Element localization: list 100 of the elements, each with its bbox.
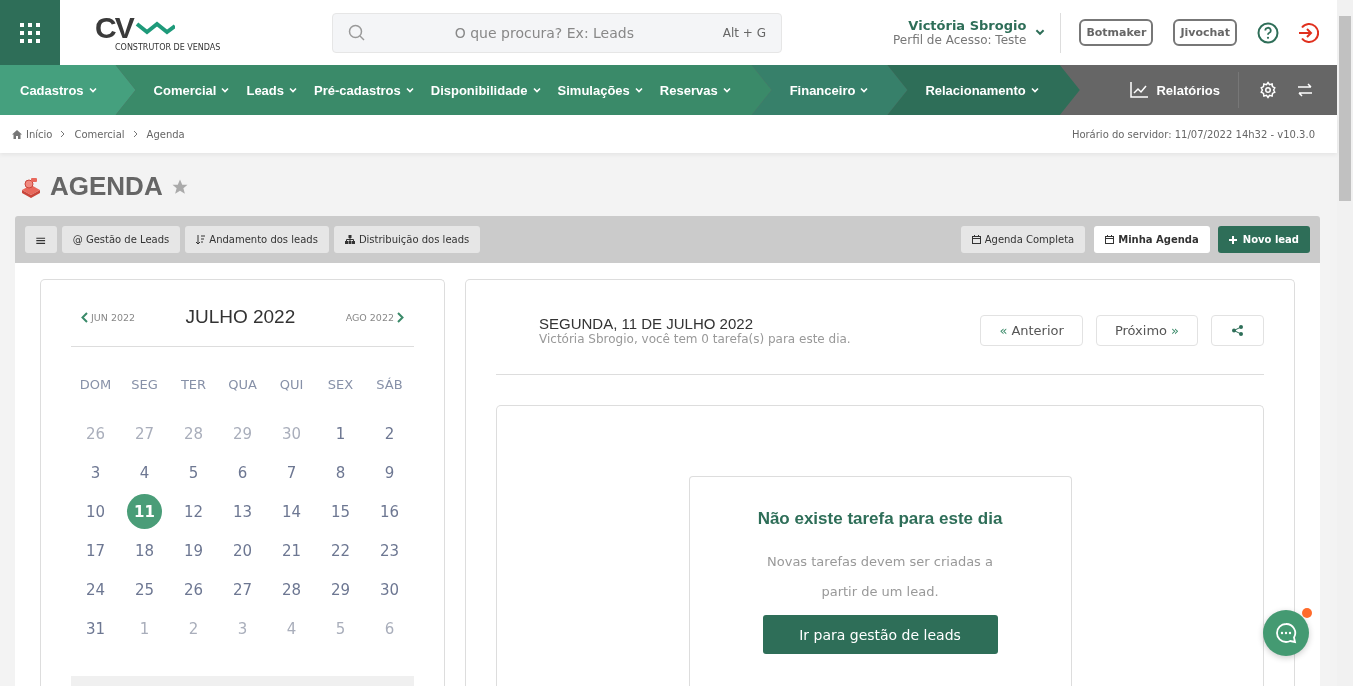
calendar-day[interactable]: 14 bbox=[274, 494, 309, 529]
menu-button[interactable]: ≡ bbox=[25, 226, 57, 253]
calendar-day[interactable]: 13 bbox=[225, 494, 260, 529]
calendar-day[interactable]: 30 bbox=[372, 572, 407, 607]
calendar-day[interactable]: 16 bbox=[372, 494, 407, 529]
calendar-day[interactable]: 27 bbox=[225, 572, 260, 607]
grid-icon bbox=[18, 20, 42, 45]
empty-state-text: Novas tarefas devem ser criadas a partir de um lead. bbox=[766, 553, 994, 601]
nav-menu-item[interactable]: Pré-cadastros bbox=[314, 82, 415, 98]
calendar-day[interactable]: 25 bbox=[127, 572, 162, 607]
calendar-day[interactable]: 10 bbox=[78, 494, 113, 529]
calendar-day[interactable]: 24 bbox=[78, 572, 113, 607]
calendar-day[interactable]: 4 bbox=[127, 455, 162, 490]
calendar-day[interactable]: 6 bbox=[225, 455, 260, 490]
view-tab[interactable]: Agenda Completa bbox=[960, 226, 1086, 253]
chevron-down-icon bbox=[87, 85, 98, 95]
logo: CV CONSTRUTOR DE VENDAS bbox=[95, 13, 222, 52]
apps-grid-button[interactable] bbox=[0, 0, 60, 65]
calendar-day[interactable]: 1 bbox=[323, 416, 358, 451]
hierarchy-icon bbox=[344, 235, 355, 244]
user-name[interactable]: Victória Sbrogio bbox=[908, 18, 1027, 33]
reports-link[interactable]: Relatórios bbox=[1130, 72, 1239, 108]
calendar-day[interactable]: 18 bbox=[127, 533, 162, 568]
calendar-icon bbox=[1105, 235, 1115, 244]
calendar-day[interactable]: 28 bbox=[274, 572, 309, 607]
next-day-button[interactable]: Próximo » bbox=[1095, 315, 1198, 346]
toolbar-button[interactable]: Andamento dos leads bbox=[185, 226, 329, 253]
current-month: JULHO 2022 bbox=[185, 306, 296, 328]
day-title: SEGUNDA, 11 DE JULHO 2022 bbox=[539, 315, 754, 332]
calendar-day[interactable]: 11 bbox=[127, 494, 162, 529]
view-tab[interactable]: Minha Agenda bbox=[1094, 226, 1210, 253]
next-month-link[interactable]: AGO 2022 bbox=[345, 311, 404, 323]
calendar-day[interactable]: 29 bbox=[323, 572, 358, 607]
calendar-day[interactable]: 12 bbox=[176, 494, 211, 529]
chevron-down-icon bbox=[1029, 85, 1040, 95]
calendar-day[interactable]: 7 bbox=[274, 455, 309, 490]
empty-state-title: Não existe tarefa para este dia bbox=[757, 509, 1003, 529]
shortcut-hint: Alt + G bbox=[722, 25, 766, 40]
calendar-day[interactable]: 4 bbox=[274, 611, 309, 646]
share-button[interactable] bbox=[1211, 315, 1264, 346]
calendar-day[interactable]: 22 bbox=[323, 533, 358, 568]
plus-icon bbox=[1228, 235, 1237, 244]
calendar-day[interactable]: 31 bbox=[78, 611, 113, 646]
nav-menu-item[interactable]: Simulações bbox=[557, 82, 644, 98]
toolbar-button[interactable]: Distribuição dos leads bbox=[333, 226, 481, 253]
chevron-down-icon bbox=[531, 85, 542, 95]
chat-bubble-icon bbox=[1275, 622, 1297, 644]
breadcrumb-link[interactable]: Agenda bbox=[146, 128, 185, 140]
joystick-icon bbox=[20, 175, 42, 198]
weekday-label: TER bbox=[179, 377, 208, 394]
new-lead-button[interactable]: Novo lead bbox=[1217, 226, 1310, 253]
previous-day-button[interactable]: « Anterior bbox=[980, 315, 1083, 346]
nav-menu-item[interactable]: Financeiro bbox=[789, 82, 870, 98]
chevron-right-icon bbox=[60, 130, 67, 138]
calendar-day[interactable]: 23 bbox=[372, 533, 407, 568]
line-chart-icon bbox=[1130, 82, 1149, 98]
weekday-label: QUI bbox=[278, 377, 305, 394]
calendar-day[interactable]: 5 bbox=[176, 455, 211, 490]
nav-menu-item[interactable]: Relacionamento bbox=[925, 82, 1040, 98]
search-input[interactable]: O que procura? Ex: Leads bbox=[376, 23, 713, 42]
toolbar-button[interactable]: @ Gestão de Leads bbox=[61, 226, 181, 253]
calendar-day[interactable]: 8 bbox=[323, 455, 358, 490]
chevron-down-icon bbox=[859, 85, 870, 95]
calendar-day[interactable]: 21 bbox=[274, 533, 309, 568]
help-icon[interactable] bbox=[1257, 21, 1279, 44]
logout-icon[interactable] bbox=[1297, 21, 1319, 44]
chevron-down-icon bbox=[288, 85, 299, 95]
nav-menu-item[interactable]: Cadastros bbox=[20, 82, 98, 98]
calendar-day[interactable]: 17 bbox=[78, 533, 113, 568]
home-icon bbox=[12, 129, 22, 139]
integration-button[interactable]: Jivochat bbox=[1173, 19, 1237, 46]
calendar-day[interactable]: 9 bbox=[372, 455, 407, 490]
nav-menu-item[interactable]: Reservas bbox=[659, 82, 732, 98]
access-profile: Perfil de Acesso: Teste bbox=[893, 33, 1027, 47]
chevron-right-icon bbox=[397, 311, 404, 323]
nav-menu-item[interactable]: Comercial bbox=[153, 82, 231, 98]
previous-month-link[interactable]: JUN 2022 bbox=[81, 311, 136, 323]
breadcrumb-link[interactable]: Comercial bbox=[74, 128, 125, 140]
weekday-label: SEX bbox=[326, 377, 355, 394]
weekday-label: SÁB bbox=[375, 377, 404, 394]
calendar-day[interactable]: 15 bbox=[323, 494, 358, 529]
calendar-day[interactable]: 20 bbox=[225, 533, 260, 568]
chevron-down-icon bbox=[633, 85, 644, 95]
breadcrumb-link[interactable]: Início bbox=[12, 128, 53, 140]
nav-menu-item[interactable]: Disponibilidade bbox=[430, 82, 542, 98]
calendar-icon bbox=[971, 235, 981, 244]
weekday-label: SEG bbox=[130, 377, 159, 394]
day-summary: Victória Sbrogio, você tem 0 tarefa(s) para este dia. bbox=[539, 332, 851, 346]
calendar-day[interactable]: 19 bbox=[176, 533, 211, 568]
search-field[interactable]: O que procura? Ex: Leads Alt + G bbox=[332, 12, 782, 53]
sort-icon bbox=[196, 234, 206, 245]
calendar-day[interactable]: 26 bbox=[176, 572, 211, 607]
chevron-left-icon bbox=[81, 311, 88, 323]
chevron-down-icon bbox=[721, 85, 732, 95]
integration-button[interactable]: Botmaker bbox=[1079, 19, 1154, 46]
go-to-leads-button[interactable]: Ir para gestão de leads bbox=[762, 615, 998, 654]
nav-menu-item[interactable]: Leads bbox=[246, 82, 299, 98]
calendar-day[interactable]: 2 bbox=[372, 416, 407, 451]
weekday-label: DOM bbox=[78, 377, 113, 394]
calendar-day[interactable]: 3 bbox=[78, 455, 113, 490]
